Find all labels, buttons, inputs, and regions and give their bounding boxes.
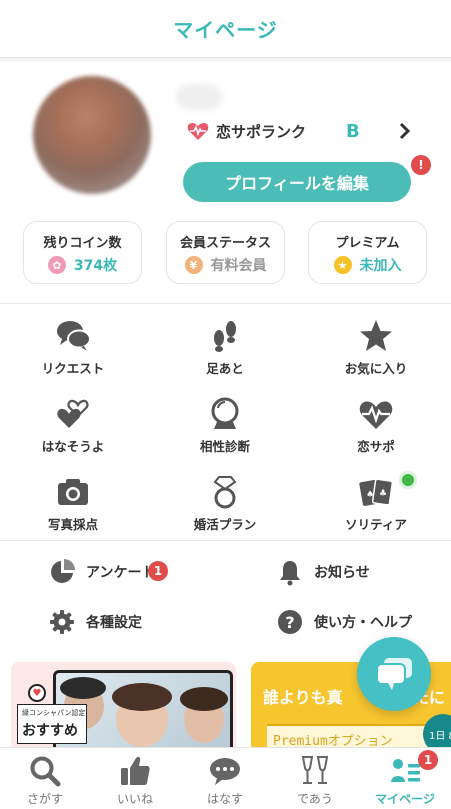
premium-card[interactable]: プレミアム ★ 未加入 — [308, 221, 427, 284]
link-label: 使い方・ヘルプ — [314, 615, 412, 631]
menu-label: 恋サポ — [357, 439, 395, 454]
tab-search[interactable]: さがす — [0, 748, 90, 809]
heart-pulse-icon — [359, 401, 393, 429]
rank-row[interactable]: 恋サポランク B — [186, 117, 418, 145]
hearts-icon — [57, 399, 89, 428]
cards-icon: ♠ ♣ — [359, 478, 394, 506]
chevron-right-icon[interactable] — [396, 121, 414, 141]
avatar[interactable] — [33, 76, 151, 194]
coin-card[interactable]: 残りコイン数 ✿ 374枚 — [23, 221, 142, 284]
chat-icon — [210, 758, 240, 785]
link-label: アンケート — [86, 565, 156, 581]
mypage-icon — [391, 759, 420, 782]
price-circle: 1日 80 — [423, 714, 451, 747]
yen-icon: ¥ — [184, 256, 203, 274]
tab-label: マイページ — [375, 792, 435, 806]
heart-pulse-icon — [187, 122, 209, 140]
divider — [0, 303, 451, 304]
coin-icon: ✿ — [47, 256, 66, 274]
footprints-icon — [214, 321, 236, 352]
premium-value: 未加入 — [359, 258, 402, 274]
recommend-text: おすすめ — [22, 723, 78, 739]
member-status-card[interactable]: 会員ステータス ¥ 有料会員 — [166, 221, 285, 284]
tab-label: さがす — [26, 792, 63, 806]
search-icon — [30, 756, 61, 787]
recommend-tag: 縁コンシャパン認定 おすすめ — [17, 704, 87, 744]
edit-alert-badge: ! — [411, 155, 431, 175]
help-icon: ? — [278, 610, 302, 634]
online-status-dot — [399, 471, 417, 489]
rank-label: 恋サポランク — [216, 122, 307, 141]
crystal-ball-icon — [211, 397, 239, 429]
menu-hanasouyo[interactable]: はなそうよ — [18, 396, 128, 456]
heart-icon: ♥ — [28, 684, 46, 702]
menu-koisapo[interactable]: 恋サポ — [321, 396, 431, 456]
tab-likes[interactable]: いいね — [90, 748, 180, 809]
bell-icon — [280, 561, 300, 586]
premium-option-text: Premiumオプション — [273, 734, 393, 747]
certification-text: 縁コンシャパン認定 — [22, 709, 86, 717]
chat-fab-button[interactable] — [357, 637, 431, 711]
tab-label: いいね — [116, 792, 153, 806]
page-header: マイページ — [0, 0, 451, 58]
member-status-value: 有料会員 — [210, 258, 267, 274]
link-settings[interactable]: 各種設定 — [48, 607, 142, 637]
pie-chart-icon — [51, 559, 75, 583]
link-notices[interactable]: お知らせ — [276, 557, 370, 587]
tab-talk[interactable]: はなす — [180, 748, 270, 809]
menu-label: はなそうよ — [41, 439, 105, 454]
stat-label: プレミアム — [335, 236, 400, 251]
menu-favorites[interactable]: お気に入り — [321, 318, 431, 378]
star-icon — [360, 320, 392, 351]
page-title: マイページ — [173, 18, 278, 42]
menu-request[interactable]: リクエスト — [18, 318, 128, 378]
mypage-badge: 1 — [418, 750, 438, 770]
bottom-tab-bar: さがす いいね はなす であう マイページ — [0, 747, 451, 809]
tab-meet[interactable]: であう — [270, 748, 360, 809]
menu-label: ソリティア — [345, 517, 407, 532]
svg-text:♠: ♠ — [366, 490, 374, 500]
camera-icon — [58, 479, 88, 505]
gear-icon — [50, 610, 74, 634]
chat-bubbles-icon — [376, 658, 412, 690]
menu-compatibility[interactable]: 相性診断 — [170, 396, 280, 456]
menu-label: お気に入り — [344, 361, 408, 376]
menu-label: リクエスト — [41, 361, 105, 376]
svg-text:♣: ♣ — [379, 489, 387, 499]
chat-bubbles-icon — [57, 321, 91, 351]
tab-label: はなす — [206, 792, 243, 806]
user-name-blurred — [176, 84, 222, 110]
premium-icon: ★ — [333, 256, 352, 274]
header-shadow — [0, 58, 451, 64]
menu-konkatsu-plan[interactable]: 婚活プラン — [170, 474, 280, 534]
edit-profile-button[interactable]: プロフィールを編集 — [183, 162, 411, 202]
link-survey[interactable]: アンケート — [48, 557, 155, 587]
menu-label: 写真採点 — [47, 517, 98, 532]
link-label: お知らせ — [314, 565, 370, 581]
stat-label: 会員ステータス — [179, 236, 271, 251]
menu-footprints[interactable]: 足あと — [170, 318, 280, 378]
menu-label: 足あと — [206, 361, 244, 376]
recommend-banner[interactable]: ♥ 縁コンシャパン認定 おすすめ — [11, 662, 236, 747]
rank-value: B — [346, 120, 360, 142]
ring-icon — [213, 476, 237, 509]
menu-label: 婚活プラン — [193, 517, 257, 532]
survey-badge: 1 — [148, 561, 168, 581]
premium-banner-title: 誰よりも真 — [263, 688, 343, 707]
menu-label: 相性診断 — [199, 439, 250, 454]
link-label: 各種設定 — [86, 615, 142, 631]
divider — [0, 540, 451, 541]
svg-text:?: ? — [285, 613, 294, 632]
stat-label: 残りコイン数 — [43, 236, 122, 251]
champagne-icon — [301, 756, 329, 784]
coin-value: 374枚 — [73, 258, 118, 274]
link-help[interactable]: ? 使い方・ヘルプ — [276, 607, 412, 637]
tab-label: であう — [297, 792, 333, 806]
thumbs-up-icon — [121, 757, 150, 785]
menu-photo-score[interactable]: 写真採点 — [18, 474, 128, 534]
